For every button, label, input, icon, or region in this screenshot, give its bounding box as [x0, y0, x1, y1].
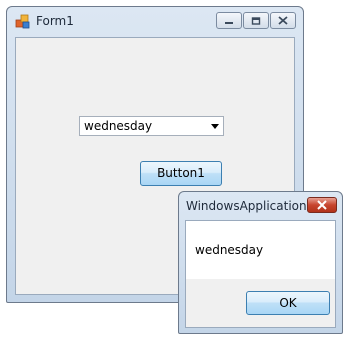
app-icon	[15, 14, 30, 29]
minimize-button[interactable]	[216, 12, 242, 29]
maximize-icon	[251, 16, 261, 25]
ok-button[interactable]: OK	[246, 291, 330, 315]
message-box-window: WindowsApplication1 wednesday OK	[178, 191, 343, 334]
minimize-icon	[225, 21, 233, 24]
message-box-client-area: wednesday OK	[185, 220, 336, 328]
window-title: Form1	[36, 14, 74, 28]
title-bar[interactable]: Form1	[7, 7, 303, 35]
message-box-title: WindowsApplication1	[186, 199, 315, 213]
combobox-selected-value: wednesday	[84, 119, 153, 133]
close-button[interactable]	[270, 12, 296, 29]
close-icon	[317, 200, 327, 210]
message-text: wednesday	[195, 243, 264, 257]
day-combobox[interactable]: wednesday	[79, 116, 224, 136]
maximize-button[interactable]	[243, 12, 269, 29]
close-icon	[278, 16, 288, 25]
button1[interactable]: Button1	[140, 161, 222, 186]
message-box-footer: OK	[186, 279, 335, 327]
caption-buttons	[216, 12, 296, 29]
message-box-close-button[interactable]	[307, 197, 337, 213]
dropdown-arrow-icon[interactable]	[211, 124, 219, 129]
